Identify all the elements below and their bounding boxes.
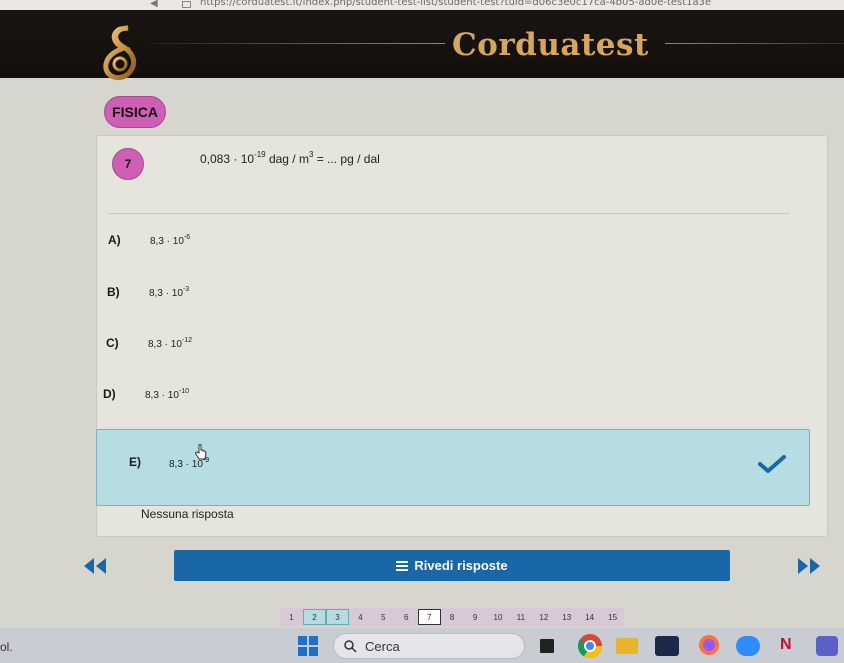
pager-item-12[interactable]: 12 <box>532 609 555 625</box>
pager-item-2[interactable]: 2 <box>302 609 326 625</box>
question-divider <box>108 213 790 214</box>
browser-url-bar[interactable]: ◀ https://corduatest.it/index.php/studen… <box>0 0 844 10</box>
back-arrow-icon[interactable]: ◀ <box>150 0 158 9</box>
pager-item-6[interactable]: 6 <box>395 609 418 625</box>
pager-item-11[interactable]: 11 <box>509 609 532 625</box>
option-d[interactable]: D) 8,3 · 10-10 <box>103 381 189 407</box>
subject-badge: FISICA <box>104 96 166 128</box>
double-chevron-left-icon[interactable] <box>80 556 110 576</box>
pager-item-9[interactable]: 9 <box>464 609 487 625</box>
double-chevron-right-icon[interactable] <box>794 556 824 576</box>
url-text[interactable]: https://corduatest.it/index.php/student-… <box>200 0 711 8</box>
pager-item-15[interactable]: 15 <box>601 609 624 625</box>
pager-item-14[interactable]: 14 <box>578 609 601 625</box>
pager-item-10[interactable]: 10 <box>487 609 510 625</box>
firefox-icon[interactable] <box>698 634 720 656</box>
question-text: 0,083 · 10-19 dag / m3 = ... pg / dal <box>200 150 380 166</box>
disney-plus-icon[interactable] <box>655 636 679 656</box>
question-pager: 1 2 3 4 5 6 7 8 9 10 11 12 13 14 15 <box>280 608 624 626</box>
option-value: 8,3 · 10-12 <box>148 336 193 350</box>
chrome-icon[interactable] <box>576 632 604 660</box>
teams-icon[interactable] <box>816 636 838 656</box>
lock-icon <box>182 1 191 8</box>
gold-swirl-logo-icon[interactable] <box>100 24 144 84</box>
option-letter: C) <box>106 336 119 350</box>
pager-item-7[interactable]: 7 <box>417 609 441 625</box>
pager-item-1[interactable]: 1 <box>280 609 303 625</box>
option-letter: D) <box>103 387 116 401</box>
file-explorer-icon[interactable] <box>616 638 638 654</box>
search-placeholder: Cerca <box>365 638 400 654</box>
header-divider-left <box>150 43 445 44</box>
pager-item-3[interactable]: 3 <box>325 609 349 625</box>
option-e-selected[interactable]: E) 8,3 · 10-9 <box>96 429 810 506</box>
option-value: 8,3 · 10-10 <box>145 387 190 401</box>
list-icon <box>396 560 409 571</box>
header-divider-right <box>665 43 844 44</box>
os-taskbar: ol. Cerca N <box>0 628 844 663</box>
option-c[interactable]: C) 8,3 · 10-12 <box>106 330 192 356</box>
netflix-icon[interactable]: N <box>780 636 792 654</box>
review-answers-label: Rivedi risposte <box>414 558 508 573</box>
option-letter: A) <box>108 233 121 247</box>
pager-item-4[interactable]: 4 <box>349 609 372 625</box>
option-letter: E) <box>129 455 141 469</box>
taskbar-search-input[interactable]: Cerca <box>333 633 525 659</box>
option-value: 8,3 · 10-6 <box>150 233 191 247</box>
review-answers-button[interactable]: Rivedi risposte <box>174 550 730 581</box>
checkmark-icon <box>758 455 786 473</box>
pager-item-5[interactable]: 5 <box>372 609 395 625</box>
option-value: 8,3 · 10-3 <box>149 285 190 299</box>
windows-start-icon[interactable] <box>298 636 318 656</box>
option-a[interactable]: A) 8,3 · 10-6 <box>108 227 190 253</box>
site-header: Corduatest <box>0 10 844 81</box>
option-letter: B) <box>107 285 120 299</box>
zoom-icon[interactable] <box>736 636 760 656</box>
no-answer-option[interactable]: Nessuna risposta <box>141 507 234 521</box>
brand-title: Corduatest <box>452 27 649 63</box>
taskbar-left-text: ol. <box>0 640 13 654</box>
hand-pointer-cursor-icon <box>195 444 207 460</box>
pager-item-13[interactable]: 13 <box>555 609 578 625</box>
pager-item-8[interactable]: 8 <box>441 609 464 625</box>
task-view-icon[interactable] <box>540 639 554 653</box>
question-number-badge: 7 <box>112 148 144 180</box>
option-b[interactable]: B) 8,3 · 10-3 <box>107 279 189 305</box>
search-icon <box>344 639 357 653</box>
